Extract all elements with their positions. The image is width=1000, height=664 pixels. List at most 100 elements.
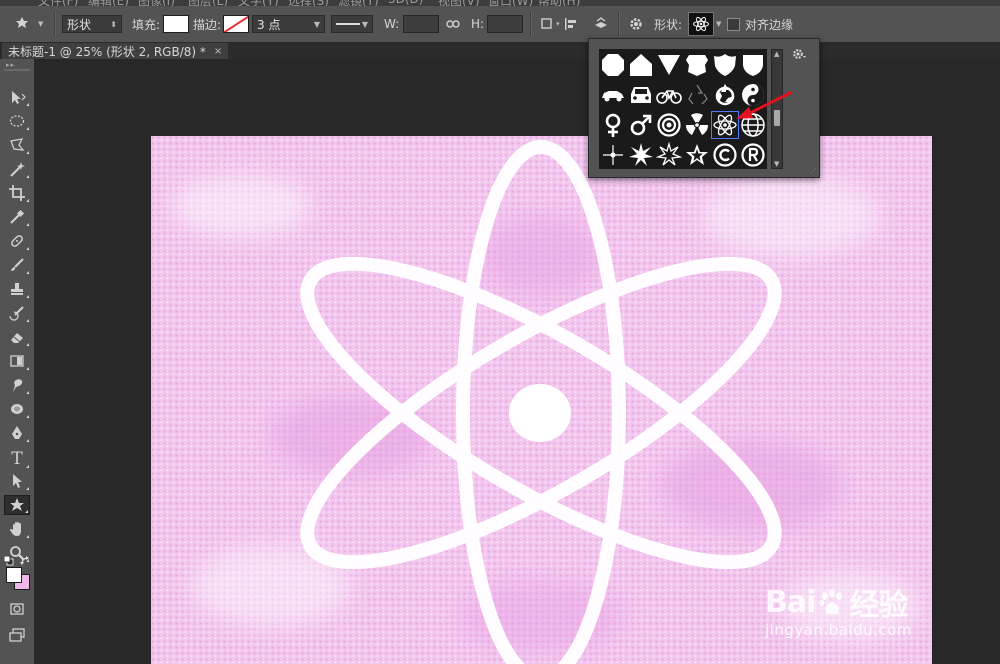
quick-mask-button[interactable]: [4, 599, 30, 619]
shape-cell-house-shape[interactable]: [627, 51, 655, 79]
height-input[interactable]: [487, 15, 523, 33]
custom-shape-tool-icon: [16, 17, 28, 28]
fill-color-swatch[interactable]: [163, 15, 189, 33]
submenu-indicator: [26, 319, 29, 322]
shape-cell-octagon-shape[interactable]: [599, 51, 627, 79]
tool-preset-picker[interactable]: ▼: [14, 6, 43, 42]
shape-cell-registered-shape[interactable]: [739, 141, 767, 169]
shape-cell-star-outline-shape[interactable]: [683, 141, 711, 169]
shape-cell-car-front-shape[interactable]: [627, 81, 655, 109]
stroke-color-swatch[interactable]: [223, 15, 249, 33]
gear-icon[interactable]: [791, 47, 807, 61]
type-tool-button[interactable]: T: [4, 449, 30, 469]
clone-stamp-tool-button[interactable]: [4, 279, 30, 299]
healing-brush-tool-button[interactable]: [4, 231, 30, 251]
pen-tool-button[interactable]: [4, 423, 30, 443]
submenu-indicator: [26, 295, 29, 298]
hand-tool-button[interactable]: [4, 519, 30, 539]
scroll-down-icon[interactable]: ▼: [774, 160, 779, 168]
stroke-width-value: 3 点: [257, 17, 281, 32]
separator: [530, 12, 531, 36]
lasso-tool-icon: [10, 138, 25, 151]
screen-mode-button[interactable]: [4, 625, 30, 645]
target-icon: [657, 113, 681, 137]
width-input[interactable]: [403, 15, 439, 33]
path-operations-button[interactable]: ▾: [540, 6, 560, 42]
shape-cell-shield-shape[interactable]: [739, 51, 767, 79]
path-arrangement-button[interactable]: [592, 6, 610, 42]
history-brush-tool-button[interactable]: [4, 303, 30, 323]
shape-cell-male-symbol-shape[interactable]: [627, 111, 655, 139]
shape-cell-shield-crest-shape[interactable]: [711, 51, 739, 79]
burst-icon: [629, 143, 653, 166]
close-icon[interactable]: ×: [214, 46, 222, 57]
foreground-color-swatch[interactable]: [6, 567, 22, 583]
stroke-width-field[interactable]: 3 点 ▼: [252, 15, 325, 33]
align-edges-checkbox[interactable]: 对齐边缘: [727, 6, 793, 42]
shape-cell-triangle-down-shape[interactable]: [655, 51, 683, 79]
submenu-indicator: [26, 223, 29, 226]
stroke-label: 描边:: [193, 17, 222, 32]
shape-cell-burst-outline-shape[interactable]: [655, 141, 683, 169]
annotation-arrow: [736, 90, 793, 119]
scroll-up-icon[interactable]: ▲: [774, 50, 779, 58]
pen-tool-icon: [12, 426, 22, 439]
geometry-settings-button[interactable]: [628, 6, 644, 42]
magic-wand-tool-button[interactable]: [4, 159, 30, 179]
eraser-tool-icon: [11, 333, 23, 343]
shape-picker-button[interactable]: ▼: [688, 6, 721, 42]
move-tool-button[interactable]: [4, 87, 30, 107]
path-operations-icon: [541, 18, 552, 29]
path-selection-tool-button[interactable]: [4, 471, 30, 491]
octagon-icon: [602, 54, 624, 76]
shape-cell-radiation-shape[interactable]: [683, 111, 711, 139]
separator: [54, 12, 55, 36]
mode-select[interactable]: 形状 ⬍: [62, 15, 122, 33]
shape-cell-bicycle-shape[interactable]: [655, 81, 683, 109]
gear-icon: [630, 18, 642, 30]
dodge-tool-button[interactable]: [4, 399, 30, 419]
link-icon[interactable]: [446, 19, 460, 29]
document-tab-bar: 未标题-1 @ 25% (形状 2, RGB/8) * ×: [0, 43, 1000, 59]
separator: [618, 12, 619, 36]
resize-grip-icon[interactable]: ⋰: [810, 167, 817, 175]
custom-shape-tool-button[interactable]: [4, 495, 30, 515]
submenu-indicator: [25, 510, 28, 513]
triangle-down-icon: [658, 55, 680, 75]
crop-tool-icon: [9, 185, 25, 201]
eyedropper-tool-button[interactable]: [4, 207, 30, 227]
marquee-tool-button[interactable]: [4, 111, 30, 131]
submenu-indicator: [26, 487, 29, 490]
crop-tool-button[interactable]: [4, 183, 30, 203]
submenu-indicator: [26, 271, 29, 274]
path-alignment-button[interactable]: [564, 6, 580, 42]
swap-colors-icon[interactable]: [20, 556, 30, 566]
car-front-icon: [631, 87, 651, 103]
stroke-type-select[interactable]: ▼: [331, 15, 373, 33]
panel-grip[interactable]: [4, 69, 30, 71]
shape-cell-copyright-shape[interactable]: [711, 141, 739, 169]
gradient-tool-button[interactable]: [4, 351, 30, 371]
submenu-indicator: [26, 199, 29, 202]
smudge-tool-button[interactable]: [4, 375, 30, 395]
shape-cell-sparkle-shape[interactable]: [599, 141, 627, 169]
gradient-tool-icon: [10, 355, 24, 367]
panel-collapse-icon[interactable]: ▸▸: [6, 61, 15, 69]
document-tab[interactable]: 未标题-1 @ 25% (形状 2, RGB/8) * ×: [2, 43, 229, 59]
watermark: Bai 经验 jingyan.baidu.com: [765, 580, 912, 640]
shape-cell-female-symbol-shape[interactable]: [599, 111, 627, 139]
shape-cell-burst-shape[interactable]: [627, 141, 655, 169]
screen-mode-icon: [9, 628, 25, 642]
submenu-indicator: [26, 391, 29, 394]
mode-select-value: 形状: [67, 17, 92, 32]
shape-cell-badge-shape[interactable]: [683, 51, 711, 79]
shape-cell-recycle-outline-shape[interactable]: [683, 81, 711, 109]
submenu-indicator: [26, 465, 29, 468]
default-colors-icon[interactable]: [4, 556, 14, 566]
shape-cell-car-shape[interactable]: [599, 81, 627, 109]
submenu-indicator: [26, 247, 29, 250]
eraser-tool-button[interactable]: [4, 327, 30, 347]
brush-tool-button[interactable]: [4, 255, 30, 275]
shape-cell-target-shape[interactable]: [655, 111, 683, 139]
lasso-tool-button[interactable]: [4, 135, 30, 155]
